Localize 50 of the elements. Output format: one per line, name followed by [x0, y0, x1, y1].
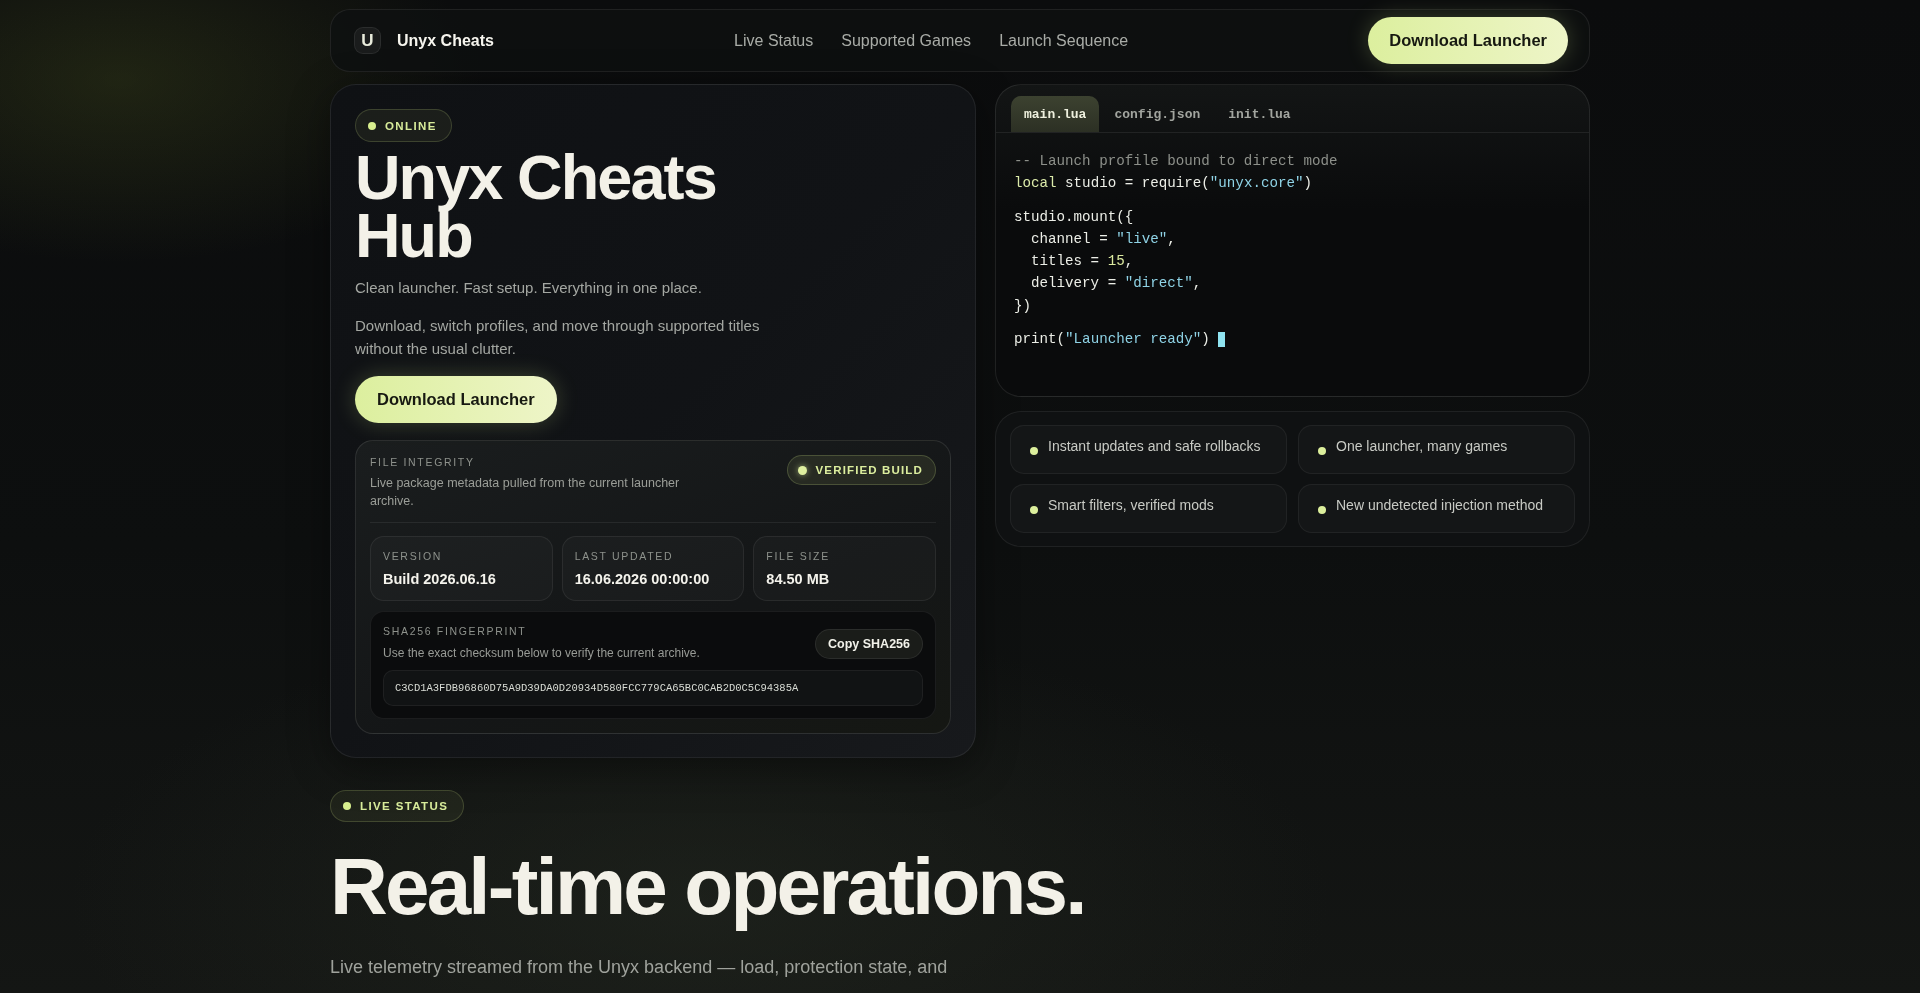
stat-label: LAST UPDATED [574, 549, 675, 563]
status-dot-icon [797, 465, 807, 475]
section-description: Live telemetry streamed from the Unyx backend — load, protection state, and [330, 956, 949, 979]
status-dot-icon [368, 121, 376, 130]
cursor-icon [1217, 331, 1225, 347]
brand-name: Unyx Cheats [397, 31, 494, 50]
editor-tab[interactable]: init.lua [1215, 96, 1304, 132]
nav-link[interactable]: Live Status [734, 31, 814, 50]
download-button[interactable]: Download Launcher [1368, 17, 1568, 64]
logo-mark: U [354, 27, 381, 54]
stat-value: 16.06.2026 00:00:00 [574, 571, 711, 587]
editor-tab[interactable]: config.json [1101, 96, 1214, 132]
badge-label: LIVE STATUS [360, 800, 449, 812]
download-button[interactable]: Download Launcher [355, 376, 557, 423]
status-dot-icon [343, 802, 351, 810]
nav-link[interactable]: Supported Games [841, 31, 972, 50]
stat-value: Build 2026.06.16 [383, 571, 497, 587]
stat-value: 84.50 MB [766, 571, 831, 587]
feature-text: Smart filters, verified mods [1048, 496, 1214, 514]
stat-label: VERSION [383, 549, 444, 563]
badge-label: VERIFIED BUILD [815, 464, 923, 476]
feature-text: New undetected injection method [1336, 496, 1544, 514]
hero-description: Download, switch profiles, and move through supported titles without the usual clutter. [355, 316, 761, 359]
badge-label: ONLINE [385, 119, 437, 132]
code-line: local studio = require("unyx.core") [1014, 174, 1312, 194]
panel-description: Use the exact checksum below to verify the current archive. [383, 646, 700, 660]
feature-text: One launcher, many games [1336, 437, 1508, 455]
editor-tab[interactable]: main.lua [1011, 96, 1100, 132]
code-line: studio.mount({ [1014, 207, 1134, 227]
bullet-dot-icon [1318, 506, 1326, 514]
bullet-dot-icon [1318, 447, 1326, 455]
copy-button[interactable]: Copy SHA256 [815, 629, 923, 659]
bullet-dot-icon [1030, 506, 1038, 514]
section-label: SHA256 FINGERPRINT [383, 624, 528, 638]
code-line: channel = "live", [1030, 229, 1176, 249]
hero-tagline: Clean launcher. Fast setup. Everything in one place. [355, 278, 703, 298]
bullet-dot-icon [1030, 447, 1038, 455]
code-line: print("Launcher ready") [1014, 330, 1210, 350]
code-line: delivery = "direct", [1030, 274, 1202, 294]
card-description: Live package metadata pulled from the current launcher archive. [370, 475, 681, 510]
hero-title: Unyx Cheats Hub [355, 148, 717, 264]
section-label: FILE INTEGRITY [370, 455, 476, 469]
code-line: }) [1014, 296, 1032, 316]
nav-link[interactable]: Launch Sequence [999, 31, 1129, 50]
checksum-field: C3CD1A3FDB96860D75A9D39DA0D20934D580FCC779CA65BC0CAB2D0C5C94385A [383, 670, 923, 706]
code-line: titles = 15, [1030, 252, 1134, 272]
section-title: Real-time operations. [330, 842, 1086, 932]
feature-text: Instant updates and safe rollbacks [1048, 437, 1261, 455]
stat-label: FILE SIZE [766, 549, 831, 563]
code-line: -- Launch profile bound to direct mode [1014, 152, 1338, 171]
